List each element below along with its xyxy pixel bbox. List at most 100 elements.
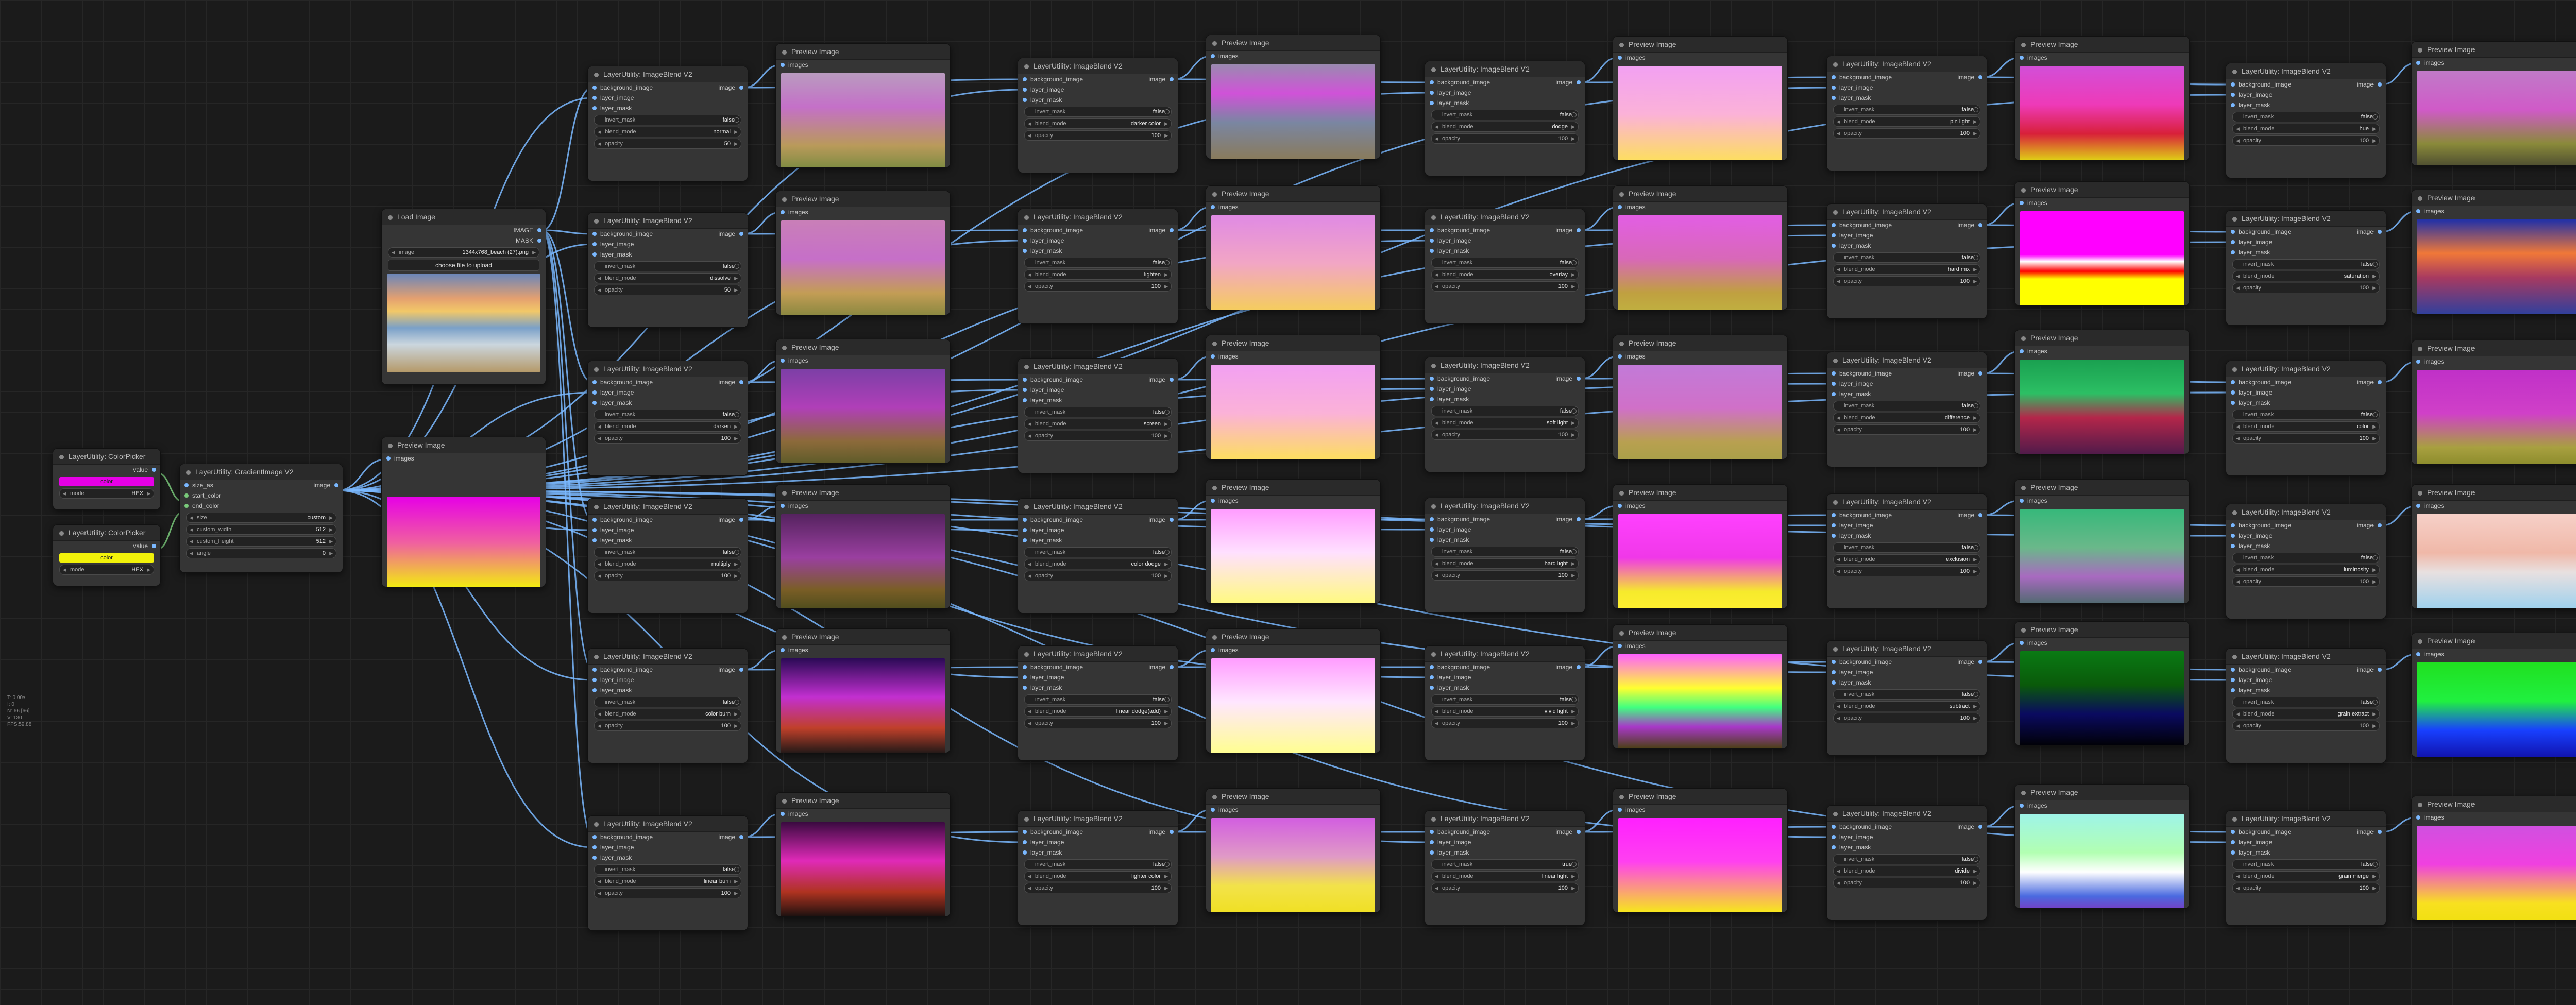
- preview-image-node[interactable]: Preview Image images: [2411, 41, 2576, 166]
- image-blend-node[interactable]: LayerUtility: ImageBlend V2 background_im…: [2226, 63, 2386, 178]
- input-slot[interactable]: layer_mask: [588, 103, 748, 113]
- toggle-widget[interactable]: invert_mask false: [2232, 697, 2380, 707]
- input-dot[interactable]: [1832, 86, 1836, 90]
- toggle-widget[interactable]: invert_mask false: [594, 115, 741, 125]
- preview-image-node[interactable]: Preview Image images: [2014, 36, 2190, 161]
- input-slot[interactable]: layer_image: [1018, 235, 1178, 246]
- input-slot[interactable]: layer_mask: [1827, 241, 1987, 251]
- input-slot[interactable]: images: [2412, 501, 2576, 511]
- input-dot[interactable]: [1430, 538, 1434, 542]
- input-slot[interactable]: layer_image: [588, 93, 748, 103]
- toggle-widget[interactable]: invert_mask false: [594, 547, 741, 557]
- output-dot[interactable]: [2378, 230, 2382, 234]
- node-title[interactable]: Preview Image: [2412, 42, 2576, 58]
- right-arrow-icon[interactable]: ▶: [1571, 872, 1575, 881]
- right-arrow-icon[interactable]: ▶: [734, 709, 738, 719]
- input-slot[interactable]: layer_image: [1425, 837, 1585, 847]
- node-title[interactable]: LayerUtility: ImageBlend V2: [2226, 504, 2386, 520]
- right-arrow-icon[interactable]: ▶: [147, 565, 150, 574]
- left-arrow-icon[interactable]: ◀: [1435, 872, 1438, 881]
- input-slot[interactable]: end_color: [180, 501, 343, 511]
- output-dot[interactable]: [1577, 377, 1581, 381]
- toggle-widget[interactable]: invert_mask false: [1833, 689, 1980, 700]
- input-slot[interactable]: images: [2015, 800, 2189, 811]
- node-title[interactable]: LayerUtility: ImageBlend V2: [2226, 63, 2386, 79]
- left-arrow-icon[interactable]: ◀: [1435, 282, 1438, 291]
- preview-image-node[interactable]: Preview Image images: [1206, 788, 1381, 913]
- right-arrow-icon[interactable]: ▶: [734, 422, 738, 431]
- output-dot[interactable]: [2378, 523, 2382, 527]
- input-dot[interactable]: [1832, 534, 1836, 538]
- input-slot[interactable]: layer_mask: [1018, 395, 1178, 405]
- left-arrow-icon[interactable]: ◀: [1435, 430, 1438, 439]
- preview-image-node[interactable]: Preview Image images: [775, 628, 951, 753]
- left-arrow-icon[interactable]: ◀: [190, 525, 193, 534]
- toggle-widget[interactable]: invert_mask false: [2232, 859, 2380, 870]
- input-slot[interactable]: background_image image: [588, 832, 748, 842]
- input-dot[interactable]: [2231, 103, 2235, 107]
- toggle-widget[interactable]: invert_mask false: [2232, 112, 2380, 122]
- node-title[interactable]: Preview Image: [1613, 485, 1787, 501]
- node-title[interactable]: LayerUtility: ImageBlend V2: [1827, 352, 1987, 368]
- image-blend-node[interactable]: LayerUtility: ImageBlend V2 background_im…: [1826, 805, 1987, 921]
- output-dot[interactable]: [537, 239, 541, 243]
- input-slot[interactable]: images: [776, 207, 950, 217]
- input-dot[interactable]: [1832, 233, 1836, 237]
- input-slot[interactable]: background_image image: [1425, 662, 1585, 672]
- gradient-image-node[interactable]: LayerUtility: GradientImage V2 size_as ima…: [179, 464, 343, 573]
- left-arrow-icon[interactable]: ◀: [1837, 117, 1840, 126]
- node-title[interactable]: LayerUtility: ImageBlend V2: [1827, 641, 1987, 657]
- input-slot[interactable]: images: [776, 355, 950, 366]
- input-slot[interactable]: images: [1206, 202, 1380, 212]
- input-slot[interactable]: background_image image: [2226, 79, 2386, 90]
- node-title[interactable]: Preview Image: [1206, 480, 1380, 496]
- input-dot[interactable]: [1832, 223, 1836, 227]
- input-dot[interactable]: [386, 456, 391, 461]
- input-slot[interactable]: background_image image: [1827, 657, 1987, 667]
- toggle-widget[interactable]: invert_mask false: [2232, 410, 2380, 420]
- combo-widget[interactable]: ◀ opacity 100 ▶: [1431, 718, 1579, 728]
- input-slot[interactable]: layer_mask: [1827, 677, 1987, 688]
- left-arrow-icon[interactable]: ◀: [2236, 577, 2240, 586]
- combo-widget[interactable]: ◀ blend_mode lighten ▶: [1024, 269, 1172, 280]
- input-dot[interactable]: [184, 504, 189, 508]
- node-title[interactable]: LayerUtility: ImageBlend V2: [1425, 61, 1585, 77]
- input-dot[interactable]: [1430, 377, 1434, 381]
- combo-widget[interactable]: ◀ opacity 100 ▶: [1833, 713, 1980, 723]
- left-arrow-icon[interactable]: ◀: [598, 709, 601, 719]
- left-arrow-icon[interactable]: ◀: [1837, 129, 1840, 138]
- node-title[interactable]: Preview Image: [2015, 622, 2189, 638]
- input-slot[interactable]: start_color: [180, 490, 343, 501]
- node-title[interactable]: LayerUtility: ImageBlend V2: [1425, 646, 1585, 662]
- input-dot[interactable]: [592, 856, 597, 860]
- left-arrow-icon[interactable]: ◀: [1837, 713, 1840, 723]
- input-slot[interactable]: background_image image: [588, 82, 748, 93]
- combo-widget[interactable]: ◀ opacity 100 ▶: [1833, 128, 1980, 139]
- input-dot[interactable]: [592, 688, 597, 692]
- left-arrow-icon[interactable]: ◀: [1837, 277, 1840, 286]
- right-arrow-icon[interactable]: ▶: [1164, 707, 1168, 716]
- input-dot[interactable]: [1023, 686, 1027, 690]
- input-slot[interactable]: layer_mask: [2226, 685, 2386, 695]
- left-arrow-icon[interactable]: ◀: [1028, 270, 1031, 279]
- input-slot[interactable]: images: [1206, 351, 1380, 362]
- input-dot[interactable]: [1618, 504, 1622, 508]
- image-blend-node[interactable]: LayerUtility: ImageBlend V2 background_im…: [1826, 56, 1987, 171]
- input-slot[interactable]: images: [2412, 649, 2576, 659]
- input-dot[interactable]: [1211, 205, 1215, 209]
- input-slot[interactable]: images: [1613, 641, 1787, 651]
- preview-image-node[interactable]: Preview Image images: [1206, 628, 1381, 753]
- combo-widget[interactable]: ◀ blend_mode saturation ▶: [2232, 271, 2380, 281]
- node-title[interactable]: LayerUtility: ColorPicker: [53, 449, 160, 465]
- input-slot[interactable]: background_image image: [1827, 72, 1987, 82]
- toggle-widget[interactable]: invert_mask false: [594, 261, 741, 271]
- node-title[interactable]: Preview Image: [1613, 335, 1787, 351]
- input-dot[interactable]: [1832, 75, 1836, 79]
- combo-widget[interactable]: ◀ blend_mode difference ▶: [1833, 413, 1980, 423]
- input-slot[interactable]: layer_image: [588, 525, 748, 535]
- input-dot[interactable]: [1430, 239, 1434, 243]
- input-dot[interactable]: [1023, 850, 1027, 855]
- toggle-widget[interactable]: invert_mask false: [1024, 258, 1172, 268]
- output-dot[interactable]: [2378, 668, 2382, 672]
- left-arrow-icon[interactable]: ◀: [2236, 271, 2240, 281]
